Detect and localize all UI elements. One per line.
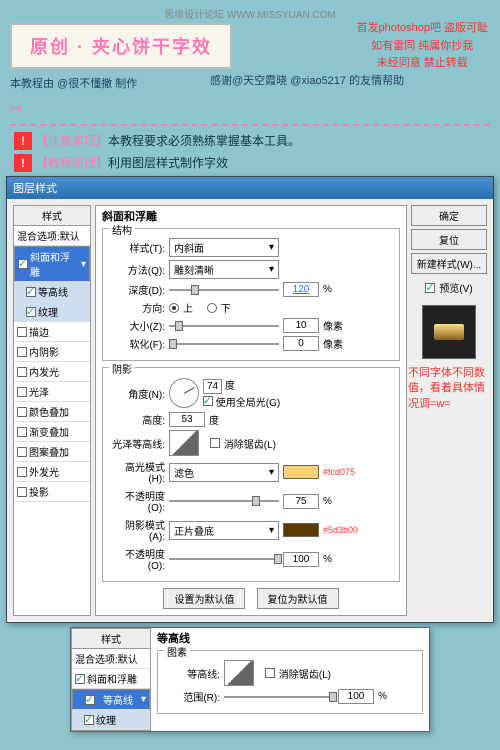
style-stroke[interactable]: 描边 [14,322,90,342]
depth-input[interactable]: 120 [283,282,319,297]
antialias-checkbox[interactable] [210,438,220,448]
style-gradient-overlay[interactable]: 渐变叠加 [14,422,90,442]
range-slider[interactable] [224,696,334,698]
style-blend[interactable]: 混合选项:默认 [14,226,90,246]
style-select[interactable]: 内斜面 [169,238,279,257]
ok-button[interactable]: 确定 [411,205,487,226]
size-slider[interactable] [169,325,279,327]
checkbox-icon[interactable] [17,367,27,377]
style-satin[interactable]: 光泽 [14,382,90,402]
angle-input[interactable]: 74 [203,379,222,394]
style-inner-shadow[interactable]: 内阴影 [14,342,90,362]
checkbox-icon[interactable] [17,467,27,477]
shadow-opacity-input[interactable]: 100 [283,552,319,567]
soften-input[interactable]: 0 [283,336,319,351]
contour-dialog: 样式 混合选项:默认 斜面和浮雕 等高线 纹理 等高线 图素 等高线: 消除锯齿… [70,627,430,732]
styles-list: 样式 混合选项:默认 斜面和浮雕 等高线 纹理 描边 内阴影 内发光 光泽 颜色… [13,205,91,616]
checkbox-icon[interactable] [17,427,27,437]
shadow-color[interactable] [283,523,319,537]
range-input[interactable]: 100 [338,689,374,704]
checkbox-icon[interactable] [17,407,27,417]
credit-thanks: 感谢@天空霞晓 @xiao5217 的友情帮助 [210,72,404,88]
style-bevel[interactable]: 斜面和浮雕 [72,669,150,689]
preview-checkbox[interactable] [425,283,435,293]
scissors-icon: ✂ [8,99,492,120]
reset-default-button[interactable]: 复位为默认值 [257,588,339,609]
new-style-button[interactable]: 新建样式(W)... [411,253,487,274]
style-contour[interactable]: 等高线 [14,282,90,302]
dir-up-radio[interactable] [169,303,179,313]
style-blend[interactable]: 混合选项:默认 [72,649,150,669]
style-contour[interactable]: 等高线 [72,689,150,710]
copyright-notes: 首发photoshop吧 盗版可耻如有雷同 纯属你抄我未经同意 禁止转载 [357,20,488,73]
watermark: 思缘设计论坛 WWW.MISSYUAN.COM [10,6,490,21]
shadow-opacity-slider[interactable] [169,558,279,560]
dir-down-radio[interactable] [207,303,217,313]
make-default-button[interactable]: 设置为默认值 [163,588,245,609]
soften-slider[interactable] [169,343,279,345]
antialias-checkbox[interactable] [265,668,275,678]
shading-group: 阴影 角度(N):74 度 使用全局光(G) 高度:53度 光泽等高线: 消除锯… [102,367,400,582]
structure-group: 结构 样式(T):内斜面 方法(Q):雕刻清晰 深度(D):120% 方向:上 … [102,228,400,361]
style-texture[interactable]: 纹理 [72,710,150,730]
highlight-mode-select[interactable]: 滤色 [169,463,279,482]
alert-principle: !【教程原理】利用图层样式制作字效 [14,154,486,172]
settings-panel: 斜面和浮雕 结构 样式(T):内斜面 方法(Q):雕刻清晰 深度(D):120%… [95,205,407,616]
contour-select[interactable] [224,660,254,686]
highlight-opacity-slider[interactable] [169,500,279,502]
gloss-contour[interactable] [169,430,199,456]
global-light-checkbox[interactable] [203,396,213,406]
style-bevel[interactable]: 斜面和浮雕 [14,246,90,282]
altitude-input[interactable]: 53 [169,412,205,427]
cancel-button[interactable]: 复位 [411,229,487,250]
styles-header: 样式 [14,206,90,226]
checkbox-icon[interactable] [26,287,36,297]
checkbox-icon[interactable] [17,447,27,457]
checkbox-icon[interactable] [17,387,27,397]
divider [10,124,490,126]
size-input[interactable]: 10 [283,318,319,333]
style-texture[interactable]: 纹理 [14,302,90,322]
depth-slider[interactable] [169,289,279,291]
checkbox-icon[interactable] [17,347,27,357]
style-outer-glow[interactable]: 外发光 [14,462,90,482]
style-drop-shadow[interactable]: 投影 [14,482,90,502]
shadow-mode-select[interactable]: 正片叠底 [169,521,279,540]
highlight-opacity-input[interactable]: 75 [283,494,319,509]
annotation-note: 不同字体不同数值，看着具体情况调=w= [408,366,488,412]
style-pattern-overlay[interactable]: 图案叠加 [14,442,90,462]
dialog-titlebar[interactable]: 图层样式 [7,177,493,199]
style-color-overlay[interactable]: 颜色叠加 [14,402,90,422]
preview-thumbnail [422,305,476,359]
method-select[interactable]: 雕刻清晰 [169,260,279,279]
checkbox-icon[interactable] [17,487,27,497]
style-inner-glow[interactable]: 内发光 [14,362,90,382]
checkbox-icon[interactable] [26,307,36,317]
checkbox-icon[interactable] [17,327,27,337]
alert-notice: !【注意事项】本教程要求必须熟练掌握基本工具。 [14,132,486,150]
tutorial-title: 原创 · 夹心饼干字效 [10,23,232,69]
highlight-color[interactable] [283,465,319,479]
section-title: 斜面和浮雕 [102,208,400,224]
checkbox-icon[interactable] [18,259,28,269]
angle-dial[interactable] [169,378,199,408]
